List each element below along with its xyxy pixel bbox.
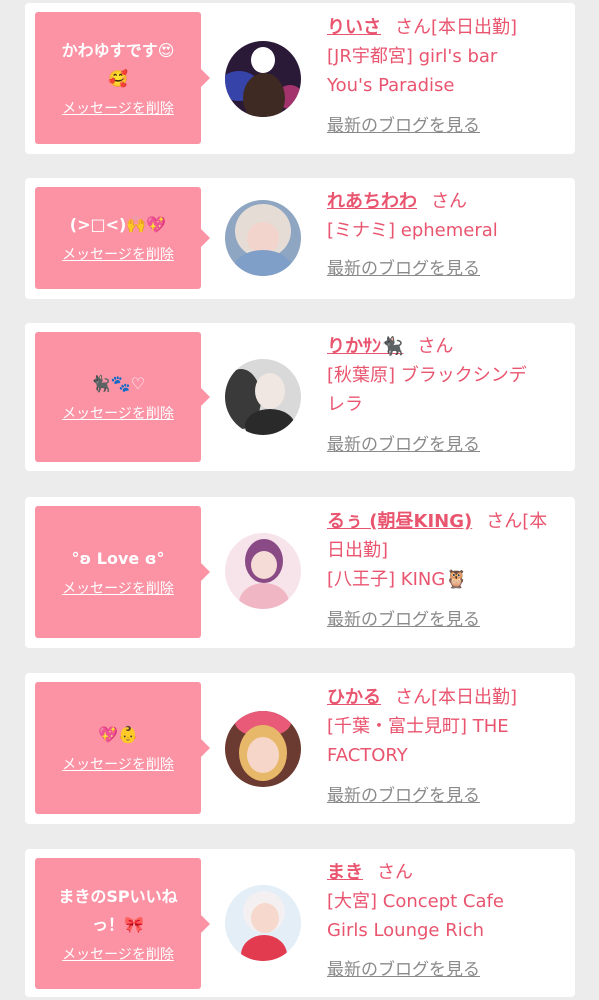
latest-blog-link[interactable]: 最新のブログを見る xyxy=(327,431,480,460)
message-text: っ！🎀 xyxy=(92,914,144,934)
message-card: 🐈‍⬛🐾♡ メッセージを削除 りかｻﾝ🐈‍⬛ さん [秋葉原] ブラックシンデ レ… xyxy=(25,323,575,471)
profile-info: りかｻﾝ🐈‍⬛ さん [秋葉原] ブラックシンデ レラ 最新のブログを見る xyxy=(327,332,567,460)
message-text: 💖👶 xyxy=(98,725,138,744)
shop-text: レラ xyxy=(327,394,363,415)
user-suffix: さん[本日出勤] xyxy=(395,687,518,708)
delete-message-link[interactable]: メッセージを削除 xyxy=(62,579,174,599)
delete-message-link[interactable]: メッセージを削除 xyxy=(62,755,174,775)
message-text: まきのSPいいね xyxy=(58,886,178,906)
avatar[interactable] xyxy=(225,41,301,117)
latest-blog-link[interactable]: 最新のブログを見る xyxy=(327,956,480,985)
message-card: °ʚ Love ɞ° メッセージを削除 るぅ (朝昼KING) さん[本 日出勤]… xyxy=(25,497,575,648)
message-text: かわゆすです😍 xyxy=(61,41,175,60)
message-card: かわゆすです😍 🥰 メッセージを削除 りいさ さん[本日出勤] [JR宇都宮] g… xyxy=(25,3,575,154)
user-name-link[interactable]: りかｻﾝ🐈‍⬛ xyxy=(327,336,403,357)
message-bubble: 💖👶 メッセージを削除 xyxy=(35,682,210,814)
profile-info: れあちわわ さん [ミナミ] ephemeral 最新のブログを見る xyxy=(327,187,567,284)
avatar[interactable] xyxy=(225,359,301,435)
user-suffix: さん[本日出勤] xyxy=(395,17,518,38)
latest-blog-link[interactable]: 最新のブログを見る xyxy=(327,606,480,635)
shop-text: [ミナミ] ephemeral xyxy=(327,220,498,241)
shop-text: [秋葉原] ブラックシンデ xyxy=(327,365,527,386)
profile-info: まき さん [大宮] Concept Cafe Girls Lounge Rich… xyxy=(327,858,567,985)
message-card: まきのSPいいね っ！🎀 メッセージを削除 まき さん [大宮] Concept … xyxy=(25,849,575,997)
delete-message-link[interactable]: メッセージを削除 xyxy=(62,99,174,119)
message-bubble: まきのSPいいね っ！🎀 メッセージを削除 xyxy=(35,858,210,989)
shop-text: [JR宇都宮] girl's bar xyxy=(327,46,498,67)
message-text: 🐈‍⬛🐾♡ xyxy=(90,374,146,393)
latest-blog-link[interactable]: 最新のブログを見る xyxy=(327,782,480,811)
message-text: 🥰 xyxy=(108,69,128,88)
message-card: (>□<)🙌💖 メッセージを削除 れあちわわ さん [ミナミ] ephemeral… xyxy=(25,178,575,299)
message-card: 💖👶 メッセージを削除 ひかる さん[本日出勤] [千葉・富士見町] THE FA… xyxy=(25,673,575,824)
message-bubble: °ʚ Love ɞ° メッセージを削除 xyxy=(35,506,210,638)
message-bubble: (>□<)🙌💖 メッセージを削除 xyxy=(35,187,210,289)
avatar[interactable] xyxy=(225,200,301,276)
shop-text: [千葉・富士見町] THE xyxy=(327,716,509,737)
shop-text: [大宮] Concept Cafe xyxy=(327,891,504,912)
shop-text: [八王子] KING🦉 xyxy=(327,569,468,590)
delete-message-link[interactable]: メッセージを削除 xyxy=(62,404,174,424)
message-text: °ʚ Love ɞ° xyxy=(71,549,165,568)
profile-info: りいさ さん[本日出勤] [JR宇都宮] girl's bar You's Par… xyxy=(327,13,567,141)
message-bubble: かわゆすです😍 🥰 メッセージを削除 xyxy=(35,12,210,144)
user-name-link[interactable]: るぅ (朝昼KING) xyxy=(327,511,472,532)
user-name-link[interactable]: れあちわわ xyxy=(327,191,417,212)
delete-message-link[interactable]: メッセージを削除 xyxy=(62,245,174,265)
shop-text: You's Paradise xyxy=(327,75,455,96)
user-name-link[interactable]: りいさ xyxy=(327,17,381,38)
shop-text: FACTORY xyxy=(327,745,408,766)
user-suffix: さん xyxy=(417,336,454,357)
profile-info: ひかる さん[本日出勤] [千葉・富士見町] THE FACTORY 最新のブログ… xyxy=(327,683,567,811)
user-suffix-continued: 日出勤] xyxy=(327,540,389,561)
avatar[interactable] xyxy=(225,533,301,609)
user-suffix: さん xyxy=(431,191,467,212)
message-bubble: 🐈‍⬛🐾♡ メッセージを削除 xyxy=(35,332,210,462)
user-name-link[interactable]: ひかる xyxy=(327,687,381,708)
shop-text: Girls Lounge Rich xyxy=(327,920,485,941)
latest-blog-link[interactable]: 最新のブログを見る xyxy=(327,112,480,141)
avatar[interactable] xyxy=(225,885,301,961)
delete-message-link[interactable]: メッセージを削除 xyxy=(62,945,174,965)
user-suffix: さん xyxy=(377,862,413,883)
avatar[interactable] xyxy=(225,711,301,787)
latest-blog-link[interactable]: 最新のブログを見る xyxy=(327,255,480,284)
message-text: (>□<)🙌💖 xyxy=(69,215,167,234)
user-name-link[interactable]: まき xyxy=(327,862,363,883)
user-suffix: さん[本 xyxy=(486,511,548,532)
profile-info: るぅ (朝昼KING) さん[本 日出勤] [八王子] KING🦉 最新のブログを… xyxy=(327,507,567,635)
